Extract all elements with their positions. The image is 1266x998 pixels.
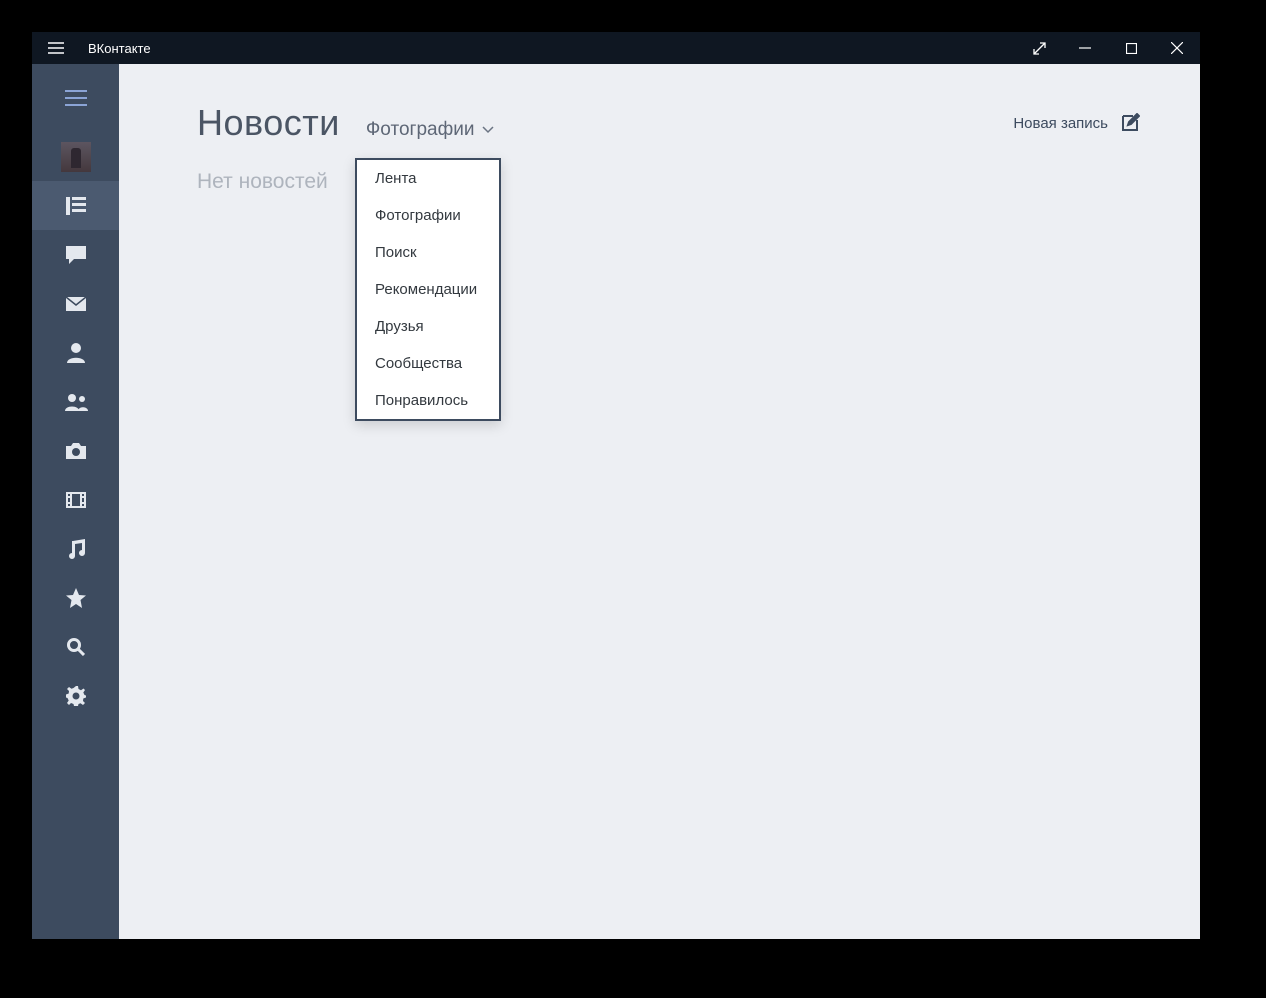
filter-selected-label: Фотографии [366,119,475,141]
app-body: Новости Фотографии Новая запись [32,64,1200,939]
dropdown-item-recommendations[interactable]: Рекомендации [357,271,499,308]
avatar [61,142,91,172]
page-title: Новости [197,102,340,144]
search-icon [67,638,85,656]
dropdown-item-friends[interactable]: Друзья [357,308,499,345]
sidebar-search[interactable] [32,622,119,671]
filter-dropdown-menu: Лента Фотографии Поиск Рекомендации Друз… [355,158,501,421]
chevron-down-icon [482,126,494,134]
fullscreen-button[interactable] [1016,32,1062,64]
chat-icon [66,246,86,264]
dropdown-item-liked[interactable]: Понравилось [357,382,499,419]
app-title: ВКонтакте [80,41,151,56]
maximize-button[interactable] [1108,32,1154,64]
sidebar-profile[interactable] [32,132,119,181]
sidebar-bookmarks[interactable] [32,573,119,622]
sidebar-mail[interactable] [32,279,119,328]
sidebar-menu-button[interactable] [32,64,119,132]
gear-icon [66,686,86,706]
sidebar-videos[interactable] [32,475,119,524]
main-content: Новости Фотографии Новая запись [119,64,1200,939]
sidebar-user[interactable] [32,328,119,377]
minimize-button[interactable] [1062,32,1108,64]
empty-state-text: Нет новостей [197,170,1140,194]
filter-dropdown-trigger[interactable]: Фотографии [366,119,495,141]
star-icon [66,588,86,608]
titlebar-menu-button[interactable] [32,32,80,64]
sidebar-music[interactable] [32,524,119,573]
dropdown-item-feed[interactable]: Лента [357,160,499,197]
titlebar: ВКонтакте [32,32,1200,64]
app-window: ВКонтакте [32,32,1200,939]
news-icon [66,197,86,215]
new-post-label: Новая запись [1013,115,1108,132]
sidebar [32,64,119,939]
mail-icon [66,297,86,311]
dropdown-item-search[interactable]: Поиск [357,234,499,271]
dropdown-item-communities[interactable]: Сообщества [357,345,499,382]
close-button[interactable] [1154,32,1200,64]
friends-icon [64,393,88,411]
page-header: Новости Фотографии Новая запись [197,102,1140,144]
dropdown-item-photos[interactable]: Фотографии [357,197,499,234]
video-icon [66,492,86,508]
user-icon [67,343,85,363]
new-post-button[interactable]: Новая запись [1013,113,1140,133]
compose-icon [1120,113,1140,133]
music-icon [67,539,85,559]
camera-icon [66,443,86,459]
sidebar-news[interactable] [32,181,119,230]
sidebar-messages[interactable] [32,230,119,279]
sidebar-photos[interactable] [32,426,119,475]
sidebar-friends[interactable] [32,377,119,426]
sidebar-settings[interactable] [32,671,119,720]
